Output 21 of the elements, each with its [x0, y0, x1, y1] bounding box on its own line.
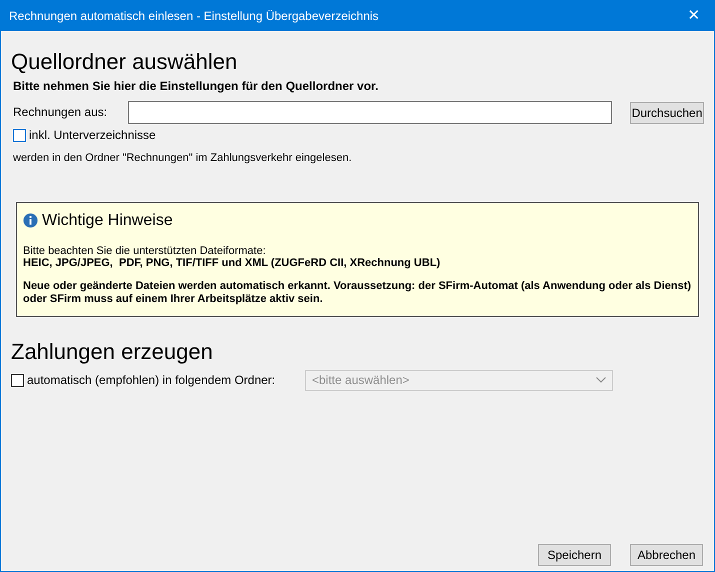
checkbox-label: inkl. Unterverzeichnisse — [29, 127, 156, 144]
info-text: werden in den Ordner "Rechnungen" im Zahlungsverkehr eingelesen. — [13, 151, 353, 166]
intro-text: Bitte nehmen Sie hier die Einstellungen für den Quellordner vor. — [13, 78, 380, 95]
checkbox-label: automatisch (empfohlen) in folgendem Ordner: — [27, 372, 276, 389]
dialog-button[interactable]: Abbrechen — [630, 544, 703, 566]
folder-input[interactable] — [128, 101, 612, 124]
close-button[interactable]: ✕ — [674, 1, 714, 31]
field-label: Rechnungen aus: — [13, 104, 108, 121]
browse-button[interactable]: Durchsuchen — [630, 102, 704, 124]
window-title: Rechnungen automatisch einlesen - Einstellung Übergabeverzeichnis — [9, 8, 379, 25]
dialog-button[interactable]: Speichern — [538, 544, 611, 566]
chevron-down-icon — [596, 377, 606, 383]
warning-text: Neue oder geänderte Dateien werden automatisch erkannt. Voraussetzung: der SFirm-Automat (als Anwendung oder als Dienst) oder SFirm muss auf einem Ihrer Arbeitsplätze aktiv sein. — [23, 280, 692, 306]
notice-title: Wichtige Hinweise — [42, 210, 173, 230]
section-heading: Zahlungen erzeugen — [11, 338, 214, 364]
formats-intro: Bitte beachten Sie die unterstützten Dateiformate: — [23, 244, 267, 256]
checkbox[interactable] — [13, 128, 26, 142]
info-icon — [23, 213, 38, 228]
formats-list: HEIC, JPG/JPEG, PDF, PNG, TIF/TIFF und XML (ZUGFeRD CII, XRechnung UBL) — [23, 256, 692, 270]
section-heading: Quellordner auswählen — [11, 49, 238, 75]
checkbox[interactable] — [11, 374, 24, 386]
